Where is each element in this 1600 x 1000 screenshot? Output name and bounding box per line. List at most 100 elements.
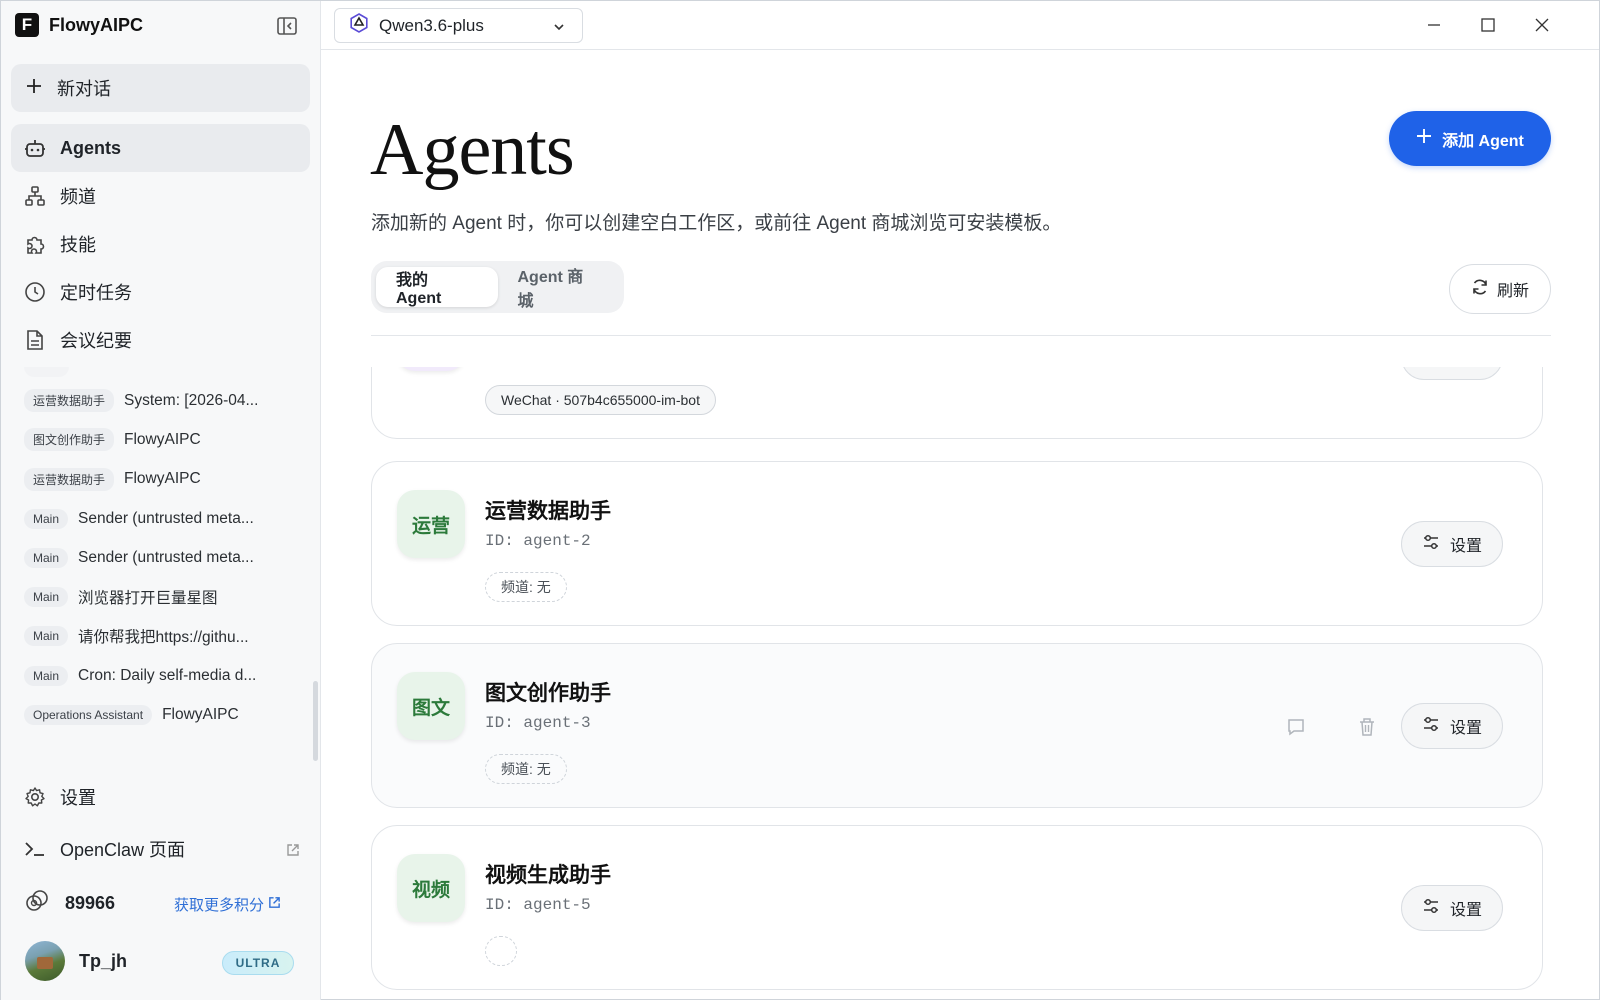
channel-chip (485, 936, 517, 966)
agent-name: 视频生成助手 (485, 864, 611, 887)
history-tag: Main (24, 587, 69, 608)
agent-id: ID: agent-3 (485, 714, 591, 732)
app-logo: F (15, 13, 39, 37)
sidebar-nav: Agents 频道 技能 定时任务 会议纪要 (11, 124, 310, 364)
tab-my-agents[interactable]: 我的 Agent (376, 267, 498, 307)
agent-settings-button[interactable]: 设置 (1401, 521, 1503, 567)
settings-label: 设置 (1450, 367, 1482, 369)
external-link-icon (268, 896, 281, 913)
refresh-button[interactable]: 刷新 (1449, 264, 1551, 314)
history-title: Sender (untrusted meta... (78, 548, 254, 566)
openclaw-page-link[interactable]: OpenClaw 页面 (11, 825, 310, 873)
sidebar-item-agents[interactable]: Agents (11, 124, 310, 172)
history-title: FlowyAIPC (162, 706, 239, 724)
external-link-icon (286, 841, 300, 862)
list-item[interactable] (1, 367, 311, 381)
agent-card[interactable]: ID: agent WeChat · 507b4c655000-im-bot 设… (371, 367, 1543, 439)
list-item[interactable]: Main 请你帮我把https://githu... (1, 617, 311, 656)
history-title: Cron: Daily self-media d... (78, 666, 257, 684)
list-item[interactable]: Main Cron: Daily self-media d... (1, 656, 311, 695)
agent-name: 图文创作助手 (485, 682, 611, 705)
brand: F FlowyAIPC (15, 13, 143, 37)
sidebar-item-scheduled[interactable]: 定时任务 (11, 268, 310, 316)
list-item[interactable]: 图文创作助手 FlowyAIPC (1, 420, 311, 459)
refresh-label: 刷新 (1496, 283, 1529, 300)
agent-id: ID: agent-5 (485, 896, 591, 914)
settings-label: 设置 (60, 788, 96, 808)
model-logo-icon (349, 13, 369, 38)
points-display: 89966 (25, 889, 115, 918)
user-name: Tp_jh (79, 950, 127, 971)
agent-settings-button[interactable]: 设置 (1401, 367, 1503, 380)
add-agent-button[interactable]: 添加 Agent (1389, 111, 1551, 166)
top-bar: Qwen3.6-plus (321, 1, 1599, 50)
agent-card[interactable]: 视频 视频生成助手 ID: agent-5 设置 (371, 825, 1543, 990)
gear-icon (24, 786, 46, 808)
agent-settings-button[interactable]: 设置 (1401, 885, 1503, 931)
openclaw-label: OpenClaw 页面 (60, 840, 186, 860)
channel-chip: 频道: 无 (485, 754, 567, 784)
plan-badge: ULTRA (222, 951, 294, 975)
document-icon (24, 329, 46, 351)
history-tag: 运营数据助手 (24, 467, 115, 491)
user-profile[interactable]: Tp_jh (25, 941, 127, 981)
agent-id: ID: agent-2 (485, 532, 591, 550)
list-item[interactable]: Main Sender (untrusted meta... (1, 538, 311, 577)
new-chat-button[interactable]: 新对话 (11, 64, 310, 112)
channel-chip: 频道: 无 (485, 572, 567, 602)
get-more-points-label: 获取更多积分 (174, 897, 265, 914)
history-title: FlowyAIPC (124, 470, 201, 488)
divider (371, 335, 1551, 336)
history-tag: 运营数据助手 (24, 389, 115, 413)
sliders-icon (1422, 897, 1440, 920)
trash-icon[interactable] (1355, 715, 1379, 739)
agent-settings-button[interactable]: 设置 (1401, 703, 1503, 749)
agent-tabs: 我的 Agent Agent 商城 (371, 261, 624, 313)
close-icon[interactable] (1530, 13, 1554, 37)
history-tag: Main (24, 665, 69, 686)
sliders-icon (1422, 533, 1440, 556)
sidebar-settings-button[interactable]: 设置 (11, 773, 310, 821)
list-item[interactable]: Main 浏览器打开巨量星图 (1, 577, 311, 616)
new-chat-label: 新对话 (57, 79, 111, 99)
chevron-down-icon (552, 19, 566, 39)
coins-icon (25, 889, 49, 918)
history-title: 浏览器打开巨量星图 (78, 590, 218, 608)
collapse-sidebar-icon[interactable] (275, 15, 299, 37)
tab-agent-store[interactable]: Agent 商城 (498, 267, 620, 310)
maximize-icon[interactable] (1476, 13, 1500, 37)
agent-avatar (397, 367, 465, 371)
list-item[interactable]: Operations Assistant FlowyAIPC (1, 695, 311, 734)
sidebar-item-label: Agents (60, 137, 122, 158)
clock-icon (24, 281, 46, 303)
settings-label: 设置 (1449, 902, 1482, 919)
sidebar-item-channels[interactable]: 频道 (11, 172, 310, 220)
agent-avatar: 视频 (397, 854, 465, 922)
history-tag: Main (24, 626, 69, 647)
agent-list: ID: agent WeChat · 507b4c655000-im-bot 设… (371, 367, 1553, 1000)
sliders-icon (1422, 715, 1440, 738)
list-item[interactable]: 运营数据助手 FlowyAIPC (1, 460, 311, 499)
puzzle-icon (24, 233, 46, 255)
chat-bubble-icon[interactable] (1284, 715, 1308, 739)
agent-card[interactable]: 运营 运营数据助手 ID: agent-2 频道: 无 设置 (371, 461, 1543, 626)
minimize-icon[interactable] (1422, 13, 1446, 37)
agent-name: 运营数据助手 (485, 500, 611, 523)
agent-card[interactable]: 图文 图文创作助手 ID: agent-3 频道: 无 设置 (371, 643, 1543, 808)
sidebar-item-skills[interactable]: 技能 (11, 220, 310, 268)
sidebar-scrollbar[interactable] (313, 681, 318, 761)
history-tag: 图文创作助手 (24, 428, 115, 452)
terminal-icon (24, 838, 46, 860)
main-content: Agents 添加新的 Agent 时，你可以创建空白工作区，或前往 Agent… (321, 50, 1599, 999)
page-title: Agents (370, 109, 575, 191)
list-item[interactable]: Main Sender (untrusted meta... (1, 499, 311, 538)
history-title: FlowyAIPC (124, 430, 201, 448)
sidebar: F FlowyAIPC 新对话 Agents 频道 技能 定时任务 会议纪要 运… (1, 1, 321, 1000)
agent-avatar: 图文 (397, 672, 465, 740)
sidebar-item-minutes[interactable]: 会议纪要 (11, 316, 310, 364)
list-item[interactable]: 运营数据助手 System: [2026-04... (1, 381, 311, 420)
model-selector[interactable]: Qwen3.6-plus (334, 8, 583, 43)
history-tag (24, 367, 69, 377)
page-subtitle: 添加新的 Agent 时，你可以创建空白工作区，或前往 Agent 商城浏览可安… (371, 213, 1062, 234)
get-more-points-link[interactable]: 获取更多积分 (174, 894, 281, 915)
